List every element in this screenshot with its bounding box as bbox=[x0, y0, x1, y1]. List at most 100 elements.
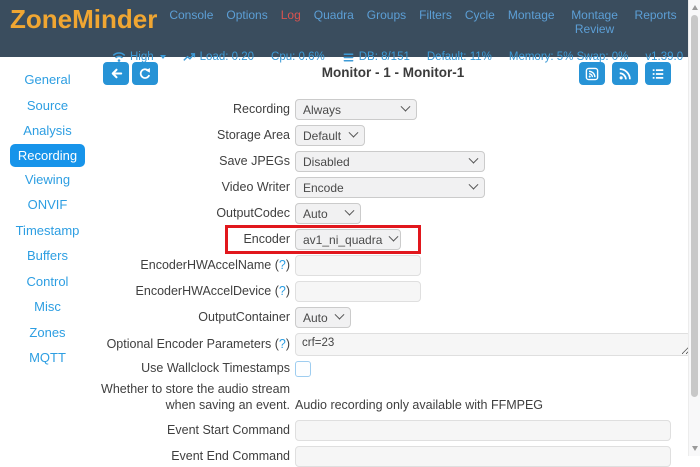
form-row-event-end-command: Event End Command bbox=[95, 446, 691, 467]
scrollbar-thumb[interactable] bbox=[691, 15, 698, 397]
monitor-form-panel: Monitor - 1 - Monitor-1 bbox=[95, 57, 691, 456]
nav-item-log[interactable]: Log bbox=[281, 8, 301, 50]
storage-area-select[interactable]: Default bbox=[295, 125, 365, 146]
sidebar-item-zones[interactable]: Zones bbox=[0, 320, 95, 346]
nav-item-montage[interactable]: Montage bbox=[508, 8, 555, 50]
field-label-recording: Recording bbox=[95, 102, 290, 118]
nav-item-console[interactable]: Console bbox=[169, 8, 213, 50]
scroll-up-arrow-icon[interactable] bbox=[692, 5, 698, 10]
sidebar-item-general[interactable]: General bbox=[0, 67, 95, 93]
rss-square-icon bbox=[585, 67, 599, 81]
nav-item-reports[interactable]: Reports bbox=[635, 8, 677, 50]
use-wallclock-timestamps-checkbox[interactable] bbox=[295, 361, 311, 377]
list-button[interactable] bbox=[645, 62, 671, 85]
field-label-storage-area: Storage Area bbox=[95, 128, 290, 144]
toolbar-right bbox=[579, 62, 671, 85]
main-nav: Console Options Log Quadra Groups Filters Cycl… bbox=[169, 4, 700, 50]
vertical-scrollbar[interactable] bbox=[688, 0, 700, 456]
help-link-encoderhwaccelname[interactable]: ? bbox=[279, 258, 286, 272]
field-label-video-writer: Video Writer bbox=[95, 180, 290, 196]
field-label-encoder: Encoder bbox=[95, 232, 290, 248]
selected-value: Auto bbox=[303, 311, 328, 325]
event-start-command-input[interactable] bbox=[295, 420, 671, 441]
nav-item-groups[interactable]: Groups bbox=[367, 8, 406, 50]
field-label-encoderhwacceldevice: EncoderHWAccelDevice (?) bbox=[95, 284, 290, 300]
outputcontainer-select[interactable]: Auto bbox=[295, 307, 351, 328]
toolbar: Monitor - 1 - Monitor-1 bbox=[95, 62, 691, 86]
video-writer-select[interactable]: Encode bbox=[295, 177, 485, 198]
field-label-whether-to-store-the-audio-stream-when-saving-an-event: Whether to store the audio stream when s… bbox=[95, 382, 290, 413]
content-area: GeneralSourceAnalysisRecordingViewingONV… bbox=[0, 57, 688, 456]
form-row-encoder: Encoder av1_ni_quadra bbox=[95, 229, 691, 250]
sidebar-item-timestamp[interactable]: Timestamp bbox=[0, 218, 95, 244]
sidebar-item-analysis[interactable]: Analysis bbox=[0, 118, 95, 144]
sidebar-item-source[interactable]: Source bbox=[0, 93, 95, 119]
sidebar-item-control[interactable]: Control bbox=[0, 269, 95, 295]
sidebar-item-onvif[interactable]: ONVIF bbox=[0, 192, 95, 218]
encoderhwacceldevice-input[interactable] bbox=[295, 281, 421, 302]
nav-item-filters[interactable]: Filters bbox=[419, 8, 452, 50]
selected-value: Encode bbox=[303, 181, 344, 195]
recording-settings-form: Recording Always Storage Area Default Save J… bbox=[95, 99, 691, 467]
rss-button[interactable] bbox=[612, 62, 638, 85]
nav-item-options[interactable]: Options bbox=[226, 8, 267, 50]
zoneminder-page: ZoneMinder Console Options Log Quadra Groups… bbox=[0, 0, 688, 456]
field-label-event-start-command: Event Start Command bbox=[95, 423, 290, 439]
selected-value: Always bbox=[303, 103, 341, 117]
form-row-event-start-command: Event Start Command bbox=[95, 420, 691, 441]
event-end-command-input[interactable] bbox=[295, 446, 671, 467]
optional-encoder-parameters-textarea[interactable] bbox=[295, 333, 691, 356]
outputcodec-select[interactable]: Auto bbox=[295, 203, 361, 224]
field-label-use-wallclock-timestamps: Use Wallclock Timestamps bbox=[95, 361, 290, 377]
field-label-optional-encoder-parameters: Optional Encoder Parameters (?) bbox=[95, 337, 290, 353]
form-row-encoderhwaccelname: EncoderHWAccelName (?) bbox=[95, 255, 691, 276]
chevron-down-icon bbox=[401, 102, 411, 112]
scroll-down-arrow-icon[interactable] bbox=[692, 446, 698, 451]
form-row-save-jpegs: Save JPEGs Disabled bbox=[95, 151, 691, 172]
list-lines-icon bbox=[651, 67, 665, 81]
field-label-outputcodec: OutputCodec bbox=[95, 206, 290, 222]
selected-value: Auto bbox=[303, 207, 328, 221]
chevron-down-icon bbox=[335, 310, 345, 320]
nav-item-montage-review[interactable]: Montage Review bbox=[568, 8, 622, 50]
form-row-whether-to-store-the-audio-stream-when-saving-an-event: Whether to store the audio stream when s… bbox=[95, 382, 691, 413]
chevron-down-icon bbox=[469, 154, 479, 164]
app-header: ZoneMinder Console Options Log Quadra Groups… bbox=[0, 0, 688, 57]
rss-icon bbox=[618, 67, 632, 81]
save-jpegs-select[interactable]: Disabled bbox=[295, 151, 485, 172]
field-label-encoderhwaccelname: EncoderHWAccelName (?) bbox=[95, 258, 290, 274]
form-row-use-wallclock-timestamps: Use Wallclock Timestamps bbox=[95, 361, 691, 377]
sidebar-item-misc[interactable]: Misc bbox=[0, 294, 95, 320]
field-label-outputcontainer: OutputContainer bbox=[95, 310, 290, 326]
form-row-encoderhwacceldevice: EncoderHWAccelDevice (?) bbox=[95, 281, 691, 302]
sidebar-item-recording[interactable]: Recording bbox=[10, 144, 85, 167]
encoder-select[interactable]: av1_ni_quadra bbox=[295, 229, 401, 250]
form-row-outputcodec: OutputCodec Auto bbox=[95, 203, 691, 224]
field-label-save-jpegs: Save JPEGs bbox=[95, 154, 290, 170]
chevron-down-icon bbox=[345, 206, 355, 216]
app-logo[interactable]: ZoneMinder bbox=[10, 4, 157, 34]
sidebar-item-buffers[interactable]: Buffers bbox=[0, 243, 95, 269]
sidebar-item-viewing[interactable]: Viewing bbox=[0, 167, 95, 193]
form-row-recording: Recording Always bbox=[95, 99, 691, 120]
form-row-video-writer: Video Writer Encode bbox=[95, 177, 691, 198]
nav-item-quadra[interactable]: Quadra bbox=[314, 8, 354, 50]
monitor-tabs-sidebar: GeneralSourceAnalysisRecordingViewingONV… bbox=[0, 57, 95, 456]
sidebar-item-mqtt[interactable]: MQTT bbox=[0, 345, 95, 371]
rss-square-button[interactable] bbox=[579, 62, 605, 85]
help-link-encoderhwacceldevice[interactable]: ? bbox=[279, 284, 286, 298]
field-label-event-end-command: Event End Command bbox=[95, 449, 290, 465]
static-note: Audio recording only available with FFMP… bbox=[295, 398, 543, 413]
form-row-storage-area: Storage Area Default bbox=[95, 125, 691, 146]
chevron-down-icon bbox=[469, 180, 479, 190]
encoderhwaccelname-input[interactable] bbox=[295, 255, 421, 276]
help-link-optional-encoder-parameters[interactable]: ? bbox=[279, 337, 286, 351]
nav-item-cycle[interactable]: Cycle bbox=[465, 8, 495, 50]
selected-value: av1_ni_quadra bbox=[303, 233, 382, 247]
recording-select[interactable]: Always bbox=[295, 99, 417, 120]
chevron-down-icon bbox=[349, 128, 359, 138]
selected-value: Default bbox=[303, 129, 341, 143]
form-row-outputcontainer: OutputContainer Auto bbox=[95, 307, 691, 328]
nav-bar: ZoneMinder Console Options Log Quadra Groups… bbox=[0, 0, 688, 50]
form-row-optional-encoder-parameters: Optional Encoder Parameters (?) bbox=[95, 333, 691, 356]
